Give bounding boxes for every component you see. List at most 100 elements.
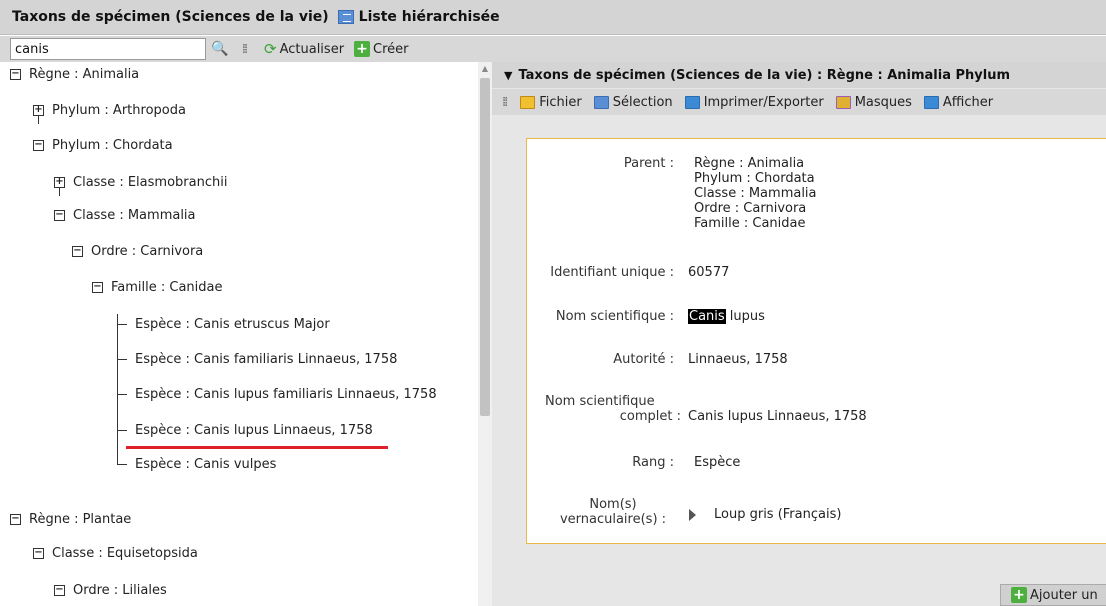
tree-node-regne-plantae[interactable]: − Règne : Plantae — [10, 509, 131, 529]
collapse-icon[interactable]: − — [10, 513, 21, 525]
parent-value: Règne : Animalia Phylum : Chordata Class… — [694, 156, 817, 231]
tree-node-phylum-arthropoda[interactable]: + Phylum : Arthropoda — [33, 100, 186, 120]
collapse-icon[interactable]: − — [54, 584, 65, 596]
tree-node-label: Règne : Plantae — [29, 511, 132, 527]
unique-id-label: Identifiant unique : — [550, 265, 674, 280]
tree-node-classe-elasmobranchii[interactable]: + Classe : Elasmobranchii — [54, 172, 227, 192]
grip-dots-icon[interactable]: ⁞⁞ — [234, 39, 254, 59]
tree-node-label: Ordre : Liliales — [73, 582, 167, 598]
file-menu-label: Fichier — [539, 94, 582, 110]
print-export-button[interactable]: Imprimer/Exporter — [684, 94, 824, 110]
tree-branch — [117, 393, 127, 395]
print-export-label: Imprimer/Exporter — [703, 94, 824, 110]
selection-menu-label: Sélection — [612, 94, 673, 110]
tree-node-label: Espèce : Canis lupus Linnaeus, 1758 — [135, 422, 373, 438]
expand-icon[interactable]: + — [33, 104, 44, 116]
expand-icon[interactable]: + — [54, 176, 65, 188]
collapse-icon[interactable]: − — [33, 547, 44, 559]
rank-value: Espèce — [694, 455, 741, 470]
selection-menu-button[interactable]: Sélection — [593, 94, 673, 110]
create-label: Créer — [373, 41, 409, 57]
tree-node-label: Règne : Animalia — [29, 66, 140, 82]
collapse-icon[interactable]: − — [72, 245, 83, 257]
window-title: Taxons de spécimen (Sciences de la vie) — [12, 9, 329, 25]
tree-node-classe-mammalia[interactable]: − Classe : Mammalia — [54, 205, 196, 225]
sci-name-value: Canis lupus — [688, 309, 765, 324]
masks-button[interactable]: Masques — [835, 94, 912, 110]
create-button[interactable]: + Créer — [354, 41, 409, 57]
list-view-icon[interactable] — [337, 10, 354, 24]
tree-node-regne-animalia[interactable]: − Règne : Animalia — [10, 64, 139, 84]
print-icon — [684, 95, 700, 109]
tree-node-espece[interactable]: Espèce : Canis vulpes — [117, 454, 276, 474]
refresh-icon: ⟳ — [264, 40, 277, 58]
full-name-label-line1: Nom scientifique — [545, 394, 655, 409]
add-button[interactable]: + Ajouter un — [1000, 584, 1106, 606]
tree-node-ordre-liliales[interactable]: − Ordre : Liliales — [54, 580, 167, 600]
search-icon[interactable]: 🔍 — [210, 39, 230, 59]
refresh-label: Actualiser — [279, 41, 345, 57]
tree-branch — [117, 429, 127, 431]
tree-node-label: Ordre : Carnivora — [91, 243, 204, 259]
expand-arrow-icon[interactable] — [689, 508, 696, 521]
tree-node-espece[interactable]: Espèce : Canis etruscus Major — [117, 314, 330, 334]
tree-node-espece[interactable]: Espèce : Canis familiaris Linnaeus, 1758 — [117, 349, 397, 369]
rank-label: Rang : — [632, 455, 674, 470]
list-view-label[interactable]: Liste hiérarchisée — [359, 9, 500, 25]
parent-line: Règne : Animalia — [694, 156, 805, 171]
tree-scrollbar[interactable]: ▲ — [478, 62, 492, 606]
tree-node-ordre-carnivora[interactable]: − Ordre : Carnivora — [72, 241, 203, 261]
parent-label: Parent : — [623, 156, 674, 171]
tree-branch — [117, 463, 127, 465]
parent-line: Ordre : Carnivora — [694, 201, 807, 216]
vernacular-value[interactable]: Loup gris (Français) — [689, 507, 841, 522]
tree-node-espece-selected[interactable]: Espèce : Canis lupus Linnaeus, 1758 — [117, 420, 373, 440]
detail-panel: ▼ Taxons de spécimen (Sciences de la vie… — [492, 62, 1106, 606]
tree-node-label: Phylum : Chordata — [52, 137, 173, 153]
collapse-icon[interactable]: − — [92, 281, 103, 293]
tree-node-label: Famille : Canidae — [111, 279, 223, 295]
show-button[interactable]: Afficher — [923, 95, 993, 110]
collapse-icon[interactable]: − — [10, 68, 21, 80]
authority-value: Linnaeus, 1758 — [688, 352, 788, 367]
file-menu-button[interactable]: Fichier — [520, 95, 582, 110]
tree-node-label: Espèce : Canis familiaris Linnaeus, 1758 — [135, 351, 398, 367]
collapse-icon[interactable]: − — [33, 139, 44, 151]
window-title-bar: Taxons de spécimen (Sciences de la vie) … — [0, 0, 1106, 35]
scroll-up-icon[interactable]: ▲ — [478, 62, 492, 76]
tree-node-espece[interactable]: Espèce : Canis lupus familiaris Linnaeus… — [117, 384, 437, 404]
grip-dots-icon[interactable]: ⁞⁞ — [502, 95, 508, 110]
tree-node-label: Phylum : Arthropoda — [52, 102, 186, 118]
tree-node-label: Classe : Equisetopsida — [52, 545, 198, 561]
tree-node-famille-canidae[interactable]: − Famille : Canidae — [92, 277, 223, 297]
vernacular-name: Loup gris (Français) — [714, 507, 842, 522]
tree-node-classe-equisetopsida[interactable]: − Classe : Equisetopsida — [33, 543, 198, 563]
detail-header: ▼ Taxons de spécimen (Sciences de la vie… — [492, 62, 1106, 88]
full-name-label-line2: complet : — [619, 409, 681, 424]
tree-node-label: Espèce : Canis lupus familiaris Linnaeus… — [135, 386, 437, 402]
scroll-thumb[interactable] — [480, 78, 490, 416]
tree-branch — [117, 358, 127, 360]
sci-name-rest: lupus — [725, 309, 765, 324]
vernacular-label-line2: vernaculaire(s) : — [559, 512, 667, 527]
unique-id-value: 60577 — [688, 265, 730, 280]
mask-icon — [835, 95, 851, 109]
main-toolbar: 🔍 ⁞⁞ ⟳ Actualiser + Créer — [0, 36, 1106, 62]
record-detail-box: Parent : Règne : Animalia Phylum : Chord… — [526, 138, 1106, 544]
plus-icon: + — [1011, 587, 1027, 603]
full-name-label: Nom scientifique complet : — [545, 394, 681, 424]
parent-line: Phylum : Chordata — [694, 171, 815, 186]
masks-label: Masques — [854, 94, 912, 110]
refresh-button[interactable]: ⟳ Actualiser — [264, 40, 344, 58]
tree-node-phylum-chordata[interactable]: − Phylum : Chordata — [33, 135, 173, 155]
tree-branch — [117, 323, 127, 325]
collapse-triangle-icon[interactable]: ▼ — [504, 69, 512, 82]
taxon-tree: − Règne : Animalia + Phylum : Arthropoda… — [0, 62, 478, 606]
collapse-icon[interactable]: − — [54, 209, 65, 221]
search-highlight: Canis — [688, 309, 726, 324]
selection-underline — [126, 446, 388, 449]
search-input[interactable] — [10, 38, 206, 60]
full-name-value: Canis lupus Linnaeus, 1758 — [688, 409, 867, 424]
selection-icon — [593, 95, 609, 109]
plus-icon: + — [354, 41, 371, 57]
